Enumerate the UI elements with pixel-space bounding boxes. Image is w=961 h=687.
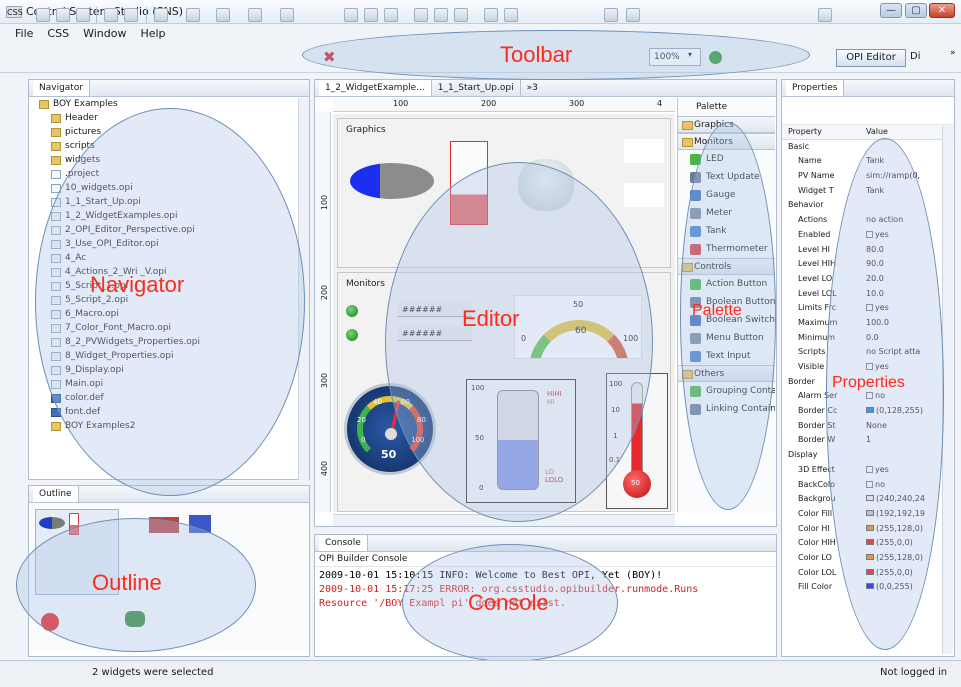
properties-annotation-oval xyxy=(826,138,944,650)
folder-icon xyxy=(51,142,61,151)
ellipse-widget[interactable] xyxy=(350,163,434,199)
perspective-icon[interactable] xyxy=(818,8,832,22)
menu-file[interactable]: File xyxy=(8,25,40,43)
login-status: Not logged in xyxy=(880,667,948,678)
app-icon: CSS xyxy=(6,6,23,18)
refresh-icon[interactable] xyxy=(216,8,230,22)
tab-navigator[interactable]: Navigator xyxy=(33,80,91,96)
match-height-icon[interactable] xyxy=(454,8,468,22)
match-width-icon[interactable] xyxy=(434,8,448,22)
gauge-tick: 40 xyxy=(373,398,382,406)
grid-icon[interactable] xyxy=(484,8,498,22)
ruler-icon[interactable] xyxy=(504,8,518,22)
cut-icon[interactable] xyxy=(280,8,294,22)
thermometer-value: 50 xyxy=(631,479,640,487)
tab-console[interactable]: Console xyxy=(319,535,368,551)
tree-item-label: Header xyxy=(65,113,98,123)
redo-icon[interactable] xyxy=(124,8,138,22)
align-right-icon[interactable] xyxy=(384,8,398,22)
folder-icon xyxy=(51,422,61,431)
tab-start-up[interactable]: 1_1_Start_Up.opi xyxy=(432,80,521,96)
tab-widget-examples[interactable]: 1_2_WidgetExample... xyxy=(319,80,432,96)
palette-annotation-label: Palette xyxy=(692,302,742,319)
toolbar-separator xyxy=(96,7,97,23)
menu-window[interactable]: Window xyxy=(76,25,133,43)
graphics-blank-2 xyxy=(624,183,664,207)
navigator-annotation-label: Navigator xyxy=(90,272,185,297)
toolbar-separator xyxy=(146,7,147,23)
ruler-tick: 300 xyxy=(569,99,585,108)
folder-icon xyxy=(51,114,61,123)
left-ruler: 100 200 300 400 xyxy=(315,112,331,512)
status-bar: 2 widgets were selected Not logged in xyxy=(0,660,961,687)
save-icon[interactable] xyxy=(56,8,70,22)
maximize-button[interactable]: ▢ xyxy=(905,3,927,18)
outline-annotation-label: Outline xyxy=(92,570,162,595)
tree-root-label: BOY Examples xyxy=(53,99,118,109)
display-perspective-button[interactable]: Di xyxy=(910,49,954,67)
monitors-group-label: Monitors xyxy=(346,279,385,289)
ruler-tick: 200 xyxy=(481,99,497,108)
properties-annotation-label: Properties xyxy=(832,374,905,391)
new-icon[interactable] xyxy=(36,8,50,22)
led-widget[interactable] xyxy=(346,305,358,317)
properties-tab-header: Properties xyxy=(782,80,954,97)
undo-icon[interactable] xyxy=(104,8,118,22)
ruler-tick: 100 xyxy=(320,194,330,211)
navigator-tab-header: Navigator xyxy=(29,80,309,97)
gauge-tick: 0 xyxy=(361,436,366,444)
gauge-tick: 20 xyxy=(357,416,366,424)
gauge-hub xyxy=(385,428,397,440)
console-annotation-label: Console xyxy=(468,590,549,615)
back-icon[interactable] xyxy=(154,8,168,22)
property-name: Basic xyxy=(788,141,810,151)
ruler-tick: 100 xyxy=(393,99,409,108)
forward-icon[interactable] xyxy=(186,8,200,22)
ruler-tick: 200 xyxy=(320,284,330,301)
file-icon xyxy=(51,170,61,179)
menu-css[interactable]: CSS xyxy=(40,25,76,43)
folder-icon xyxy=(39,100,49,109)
minimize-button[interactable]: — xyxy=(880,3,902,18)
graphics-group-label: Graphics xyxy=(346,125,386,135)
outline-ellipse-widget xyxy=(39,517,65,529)
menu-help[interactable]: Help xyxy=(133,25,172,43)
folder-icon xyxy=(51,156,61,165)
opi-editor-perspective-button[interactable]: OPI Editor xyxy=(836,49,906,67)
ruler-tick: 4 xyxy=(657,99,663,108)
toolbar-annotation-label: Toolbar xyxy=(500,42,573,67)
editor-annotation-label: Editor xyxy=(462,306,520,331)
align-center-icon[interactable] xyxy=(364,8,378,22)
distribute-icon[interactable] xyxy=(414,8,428,22)
tab-outline[interactable]: Outline xyxy=(33,486,79,502)
tree-item-label: pictures xyxy=(65,127,102,137)
led-widget[interactable] xyxy=(346,329,358,341)
perspective-overflow[interactable]: » xyxy=(950,48,956,58)
editor-tab-header: 1_2_WidgetExample... 1_1_Start_Up.opi »3 xyxy=(315,80,776,97)
column-value: Value xyxy=(866,127,888,136)
zoom-out-icon[interactable] xyxy=(626,8,640,22)
palette-title: Palette xyxy=(696,102,728,112)
align-left-icon[interactable] xyxy=(344,8,358,22)
folder-icon xyxy=(51,128,61,137)
column-property: Property xyxy=(788,127,822,136)
tab-properties[interactable]: Properties xyxy=(786,80,845,96)
graphics-blank-1 xyxy=(624,139,664,163)
navigator-annotation-oval xyxy=(35,108,305,496)
status-message: 2 widgets were selected xyxy=(92,667,214,678)
zoom-in-icon[interactable] xyxy=(604,8,618,22)
top-ruler: 100 200 300 4 xyxy=(333,98,675,112)
properties-column-header: Property Value xyxy=(782,125,954,140)
gauge-value: 50 xyxy=(381,448,397,461)
property-name: Name xyxy=(798,156,822,166)
editor-annotation-oval xyxy=(385,162,653,522)
properties-toolbar xyxy=(782,97,954,125)
ruler-tick: 300 xyxy=(320,372,330,389)
close-button[interactable]: ✕ xyxy=(929,3,955,18)
palette-header: Palette xyxy=(678,98,775,116)
ruler-tick: 400 xyxy=(320,460,330,477)
edit-icon[interactable] xyxy=(248,8,262,22)
save-all-icon[interactable] xyxy=(76,8,90,22)
tab-overflow[interactable]: »3 xyxy=(521,80,544,96)
